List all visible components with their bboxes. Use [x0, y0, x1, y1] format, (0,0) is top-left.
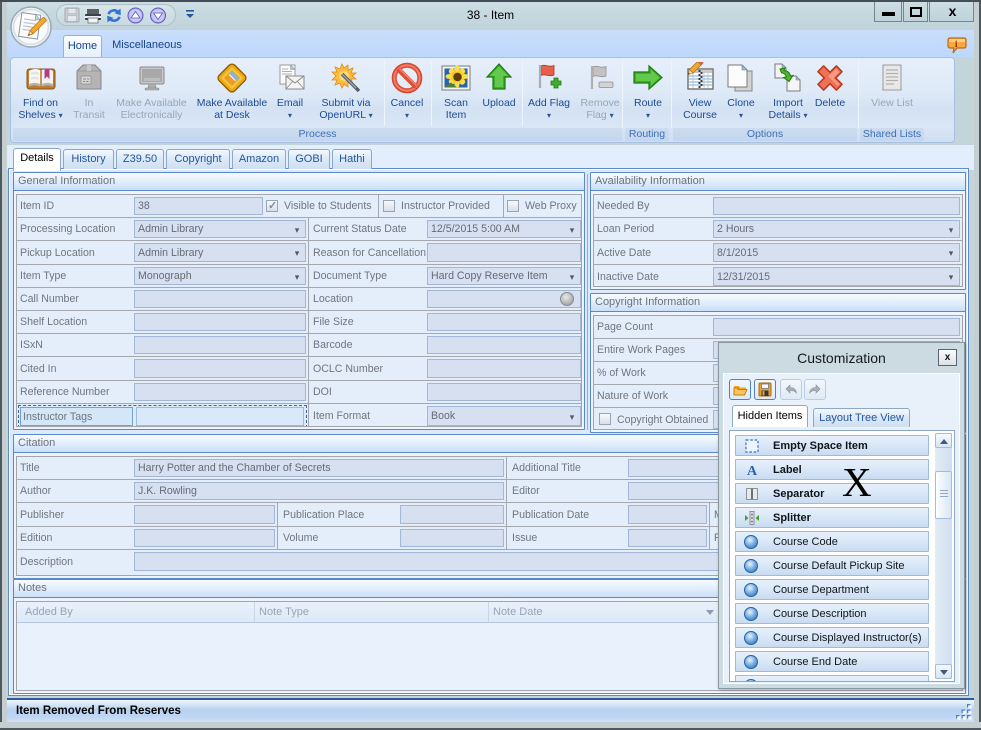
svg-text:A: A	[747, 464, 758, 478]
